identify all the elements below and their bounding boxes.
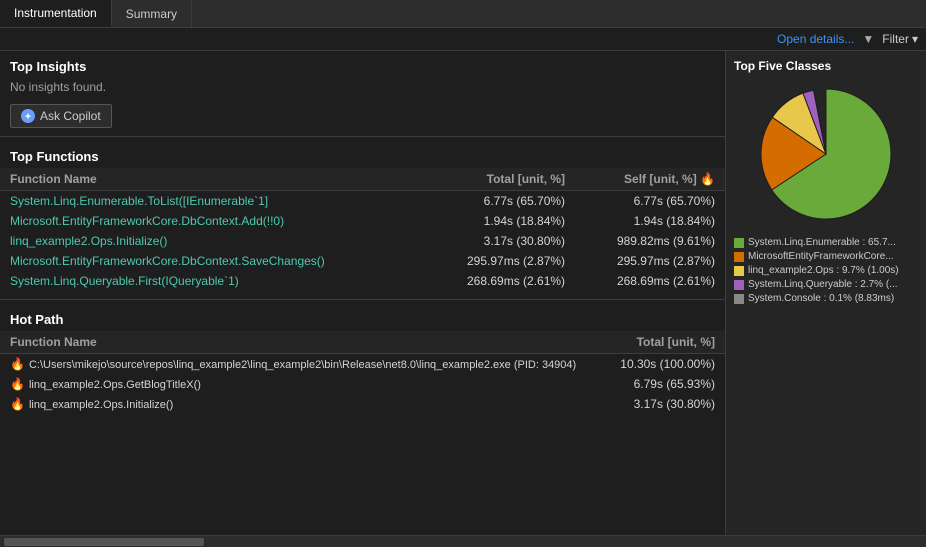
function-link[interactable]: System.Linq.Queryable.First(IQueryable`1… (10, 274, 239, 288)
table-row: 🔥 linq_example2.Ops.GetBlogTitleX() 6.79s… (0, 374, 725, 394)
cell-self: 268.69ms (2.61%) (575, 271, 725, 291)
table-row: Microsoft.EntityFrameworkCore.DbContext.… (0, 251, 725, 271)
legend-item: linq_example2.Ops : 9.7% (1.00s) (734, 265, 918, 276)
pie-container (734, 79, 918, 229)
legend-label: linq_example2.Ops : 9.7% (1.00s) (748, 265, 899, 276)
legend-color (734, 238, 744, 248)
cell-self: 1.94s (18.84%) (575, 211, 725, 231)
divider-1 (0, 136, 725, 137)
legend-item: System.Linq.Queryable : 2.7% (... (734, 279, 918, 290)
hot-path-title: Hot Path (0, 304, 725, 331)
table-row: 🔥 linq_example2.Ops.Initialize() 3.17s (3… (0, 394, 725, 414)
ask-copilot-label: Ask Copilot (40, 109, 101, 123)
toolbar: Open details... ▼ Filter ▾ (0, 28, 926, 51)
no-insights-text: No insights found. (0, 78, 725, 100)
filter-button[interactable]: Filter ▾ (882, 32, 918, 46)
legend-color (734, 252, 744, 262)
flame-icon-header: 🔥 (700, 172, 715, 186)
copilot-icon: ✦ (21, 109, 35, 123)
function-link[interactable]: System.Linq.Enumerable.ToList([IEnumerab… (10, 194, 268, 208)
cell-total: 295.97ms (2.87%) (425, 251, 575, 271)
cell-total: 10.30s (100.00%) (600, 354, 725, 375)
hot-col-header-function-name: Function Name (0, 331, 600, 354)
filter-dropdown-icon: ▾ (912, 32, 918, 46)
cell-self: 989.82ms (9.61%) (575, 231, 725, 251)
cell-total: 6.77s (65.70%) (425, 191, 575, 212)
flame-icon: 🔥 (10, 397, 25, 411)
table-row: 🔥 C:\Users\mikejo\source\repos\linq_examp… (0, 354, 725, 375)
table-row: linq_example2.Ops.Initialize() 3.17s (30… (0, 231, 725, 251)
filter-funnel-icon: ▼ (862, 32, 874, 46)
tab-summary-label: Summary (126, 7, 177, 21)
col-header-function-name: Function Name (0, 168, 425, 191)
function-link[interactable]: Microsoft.EntityFrameworkCore.DbContext.… (10, 254, 325, 268)
top-functions-title: Top Functions (0, 141, 725, 168)
tab-bar: Instrumentation Summary (0, 0, 926, 28)
left-panel: Top Insights No insights found. ✦ Ask Co… (0, 51, 726, 535)
cell-total: 1.94s (18.84%) (425, 211, 575, 231)
bottom-scrollbar[interactable] (0, 535, 926, 547)
legend-color (734, 266, 744, 276)
table-row: System.Linq.Queryable.First(IQueryable`1… (0, 271, 725, 291)
tab-summary[interactable]: Summary (112, 0, 192, 27)
exe-icon: 🔥 (10, 357, 25, 371)
hot-path-link[interactable]: linq_example2.Ops.GetBlogTitleX() (29, 379, 201, 391)
legend-item: MicrosoftEntityFrameworkCore... (734, 251, 918, 262)
tab-instrumentation-label: Instrumentation (14, 6, 97, 20)
legend-item: System.Console : 0.1% (8.83ms) (734, 293, 918, 304)
cell-total: 6.79s (65.93%) (600, 374, 725, 394)
legend-color (734, 294, 744, 304)
pie-chart-svg (751, 79, 901, 229)
right-panel: Top Five Classes System.Linq.Enumerable … (726, 51, 926, 535)
legend-container: System.Linq.Enumerable : 65.7... Microso… (734, 237, 918, 307)
legend-item: System.Linq.Enumerable : 65.7... (734, 237, 918, 248)
scroll-thumb[interactable] (4, 538, 204, 546)
legend-color (734, 280, 744, 290)
filter-label: Filter (882, 32, 909, 46)
hot-path-link[interactable]: linq_example2.Ops.Initialize() (29, 399, 173, 411)
cell-total: 3.17s (30.80%) (425, 231, 575, 251)
cell-total: 268.69ms (2.61%) (425, 271, 575, 291)
col-self-label: Self [unit, %] (624, 172, 697, 186)
hot-path-table: Function Name Total [unit, %] 🔥 C:\Users\… (0, 331, 725, 414)
cell-self: 295.97ms (2.87%) (575, 251, 725, 271)
hot-col-header-total: Total [unit, %] (600, 331, 725, 354)
hot-path-link[interactable]: C:\Users\mikejo\source\repos\linq_exampl… (29, 359, 576, 371)
table-row: System.Linq.Enumerable.ToList([IEnumerab… (0, 191, 725, 212)
right-inner: Top Five Classes System.Linq.Enumerable … (734, 59, 918, 527)
top-functions-table: Function Name Total [unit, %] Self [unit… (0, 168, 725, 291)
legend-label: MicrosoftEntityFrameworkCore... (748, 251, 894, 262)
cell-self: 6.77s (65.70%) (575, 191, 725, 212)
top-insights-title: Top Insights (0, 51, 725, 78)
open-details-link[interactable]: Open details... (777, 32, 854, 46)
ask-copilot-button[interactable]: ✦ Ask Copilot (10, 104, 112, 128)
table-row: Microsoft.EntityFrameworkCore.DbContext.… (0, 211, 725, 231)
function-link[interactable]: Microsoft.EntityFrameworkCore.DbContext.… (10, 214, 284, 228)
cell-total: 3.17s (30.80%) (600, 394, 725, 414)
main-layout: Top Insights No insights found. ✦ Ask Co… (0, 51, 926, 535)
tab-instrumentation[interactable]: Instrumentation (0, 0, 112, 27)
legend-label: System.Linq.Enumerable : 65.7... (748, 237, 896, 248)
pie-title: Top Five Classes (734, 59, 918, 73)
legend-label: System.Console : 0.1% (8.83ms) (748, 293, 894, 304)
col-header-total: Total [unit, %] (425, 168, 575, 191)
col-header-self: Self [unit, %] 🔥 (575, 168, 725, 191)
function-link[interactable]: linq_example2.Ops.Initialize() (10, 234, 167, 248)
legend-label: System.Linq.Queryable : 2.7% (... (748, 279, 898, 290)
divider-2 (0, 299, 725, 300)
flame-icon: 🔥 (10, 377, 25, 391)
